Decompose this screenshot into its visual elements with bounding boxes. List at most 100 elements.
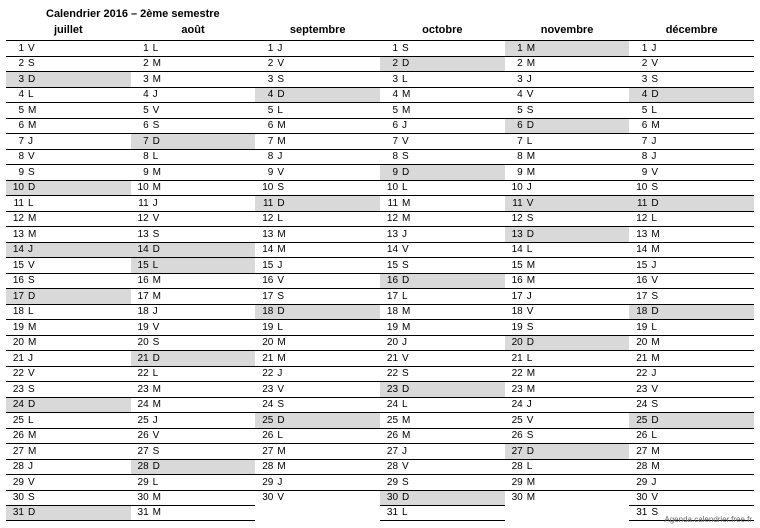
day-row: 8J (629, 149, 754, 165)
day-letter: D (28, 74, 42, 85)
day-letter: S (527, 430, 541, 441)
day-row: 16V (629, 273, 754, 289)
day-number: 15 (384, 260, 402, 271)
day-letter: M (153, 74, 167, 85)
day-letter: J (153, 198, 167, 209)
day-row: 4V (505, 87, 630, 103)
day-row: 5L (629, 102, 754, 118)
day-letter: L (651, 213, 665, 224)
day-number: 15 (135, 260, 153, 271)
day-number: 1 (633, 43, 651, 54)
day-number: 27 (633, 446, 651, 457)
day-letter: D (153, 244, 167, 255)
day-row: 20D (505, 335, 630, 351)
day-row: 29V (6, 474, 131, 490)
day-number: 28 (259, 461, 277, 472)
day-letter: J (651, 151, 665, 162)
day-row: 12S (505, 211, 630, 227)
day-letter: S (153, 446, 167, 457)
day-letter: J (277, 260, 291, 271)
day-number: 6 (259, 120, 277, 131)
day-number: 12 (509, 213, 527, 224)
day-letter: V (527, 198, 541, 209)
day-letter: J (527, 182, 541, 193)
footer-credit: Agenda.calendrier.free.fr (664, 515, 752, 524)
day-letter: V (651, 275, 665, 286)
day-row: 9M (505, 164, 630, 180)
day-number: 2 (135, 58, 153, 69)
day-letter: M (28, 430, 42, 441)
day-number: 18 (10, 306, 28, 317)
day-number: 14 (259, 244, 277, 255)
day-row: 15J (629, 257, 754, 273)
day-letter: V (402, 136, 416, 147)
day-letter: J (277, 151, 291, 162)
day-letter: M (527, 151, 541, 162)
day-row: 29J (629, 474, 754, 490)
day-row: 6D (505, 118, 630, 134)
day-row: 16M (131, 273, 256, 289)
day-letter: J (153, 415, 167, 426)
day-number: 1 (10, 43, 28, 54)
day-number: 16 (135, 275, 153, 286)
day-number: 11 (10, 198, 28, 209)
day-row: 30M (505, 490, 630, 506)
day-number: 25 (10, 415, 28, 426)
day-letter: M (402, 198, 416, 209)
day-letter: D (28, 291, 42, 302)
day-row: 30V (255, 490, 380, 506)
day-number: 5 (384, 105, 402, 116)
day-row: 3S (255, 71, 380, 87)
day-letter: M (402, 430, 416, 441)
day-letter: M (277, 446, 291, 457)
day-letter: V (28, 43, 42, 54)
day-row: 30S (6, 490, 131, 506)
day-number: 24 (10, 399, 28, 410)
day-row: 1J (255, 40, 380, 56)
day-number: 19 (509, 322, 527, 333)
day-letter: L (277, 105, 291, 116)
day-letter: M (402, 89, 416, 100)
day-letter: S (402, 477, 416, 488)
day-row: 18V (505, 304, 630, 320)
day-letter: M (651, 353, 665, 364)
day-number: 26 (384, 430, 402, 441)
day-row: 16S (6, 273, 131, 289)
day-number: 7 (509, 136, 527, 147)
day-letter: L (651, 105, 665, 116)
day-number: 20 (633, 337, 651, 348)
day-letter: V (402, 353, 416, 364)
day-number: 4 (135, 89, 153, 100)
day-letter: M (527, 167, 541, 178)
day-letter: L (527, 461, 541, 472)
day-number: 12 (135, 213, 153, 224)
day-letter: S (651, 74, 665, 85)
month-header: août (131, 22, 256, 40)
day-number: 1 (509, 43, 527, 54)
day-letter: V (527, 306, 541, 317)
day-letter: V (28, 151, 42, 162)
day-number: 5 (509, 105, 527, 116)
day-number: 25 (384, 415, 402, 426)
day-letter: M (153, 507, 167, 518)
day-letter: S (402, 151, 416, 162)
day-row: 11D (629, 195, 754, 211)
calendar-title: Calendrier 2016 – 2ème semestre (46, 8, 754, 20)
day-row: 13M (629, 226, 754, 242)
day-letter: J (402, 446, 416, 457)
day-number: 27 (135, 446, 153, 457)
day-letter: D (153, 353, 167, 364)
day-row: 20M (255, 335, 380, 351)
day-number: 30 (509, 492, 527, 503)
day-letter: D (527, 120, 541, 131)
day-letter: L (153, 260, 167, 271)
day-letter: J (651, 260, 665, 271)
day-row: 15L (131, 257, 256, 273)
day-number: 11 (259, 198, 277, 209)
day-number: 3 (259, 74, 277, 85)
day-letter: D (402, 58, 416, 69)
day-row: 14L (505, 242, 630, 258)
month-column: octobre1S2D3L4M5M6J7V8S9D10L11M12M13J14V… (380, 22, 505, 521)
day-letter: L (28, 306, 42, 317)
day-row: 3D (6, 71, 131, 87)
